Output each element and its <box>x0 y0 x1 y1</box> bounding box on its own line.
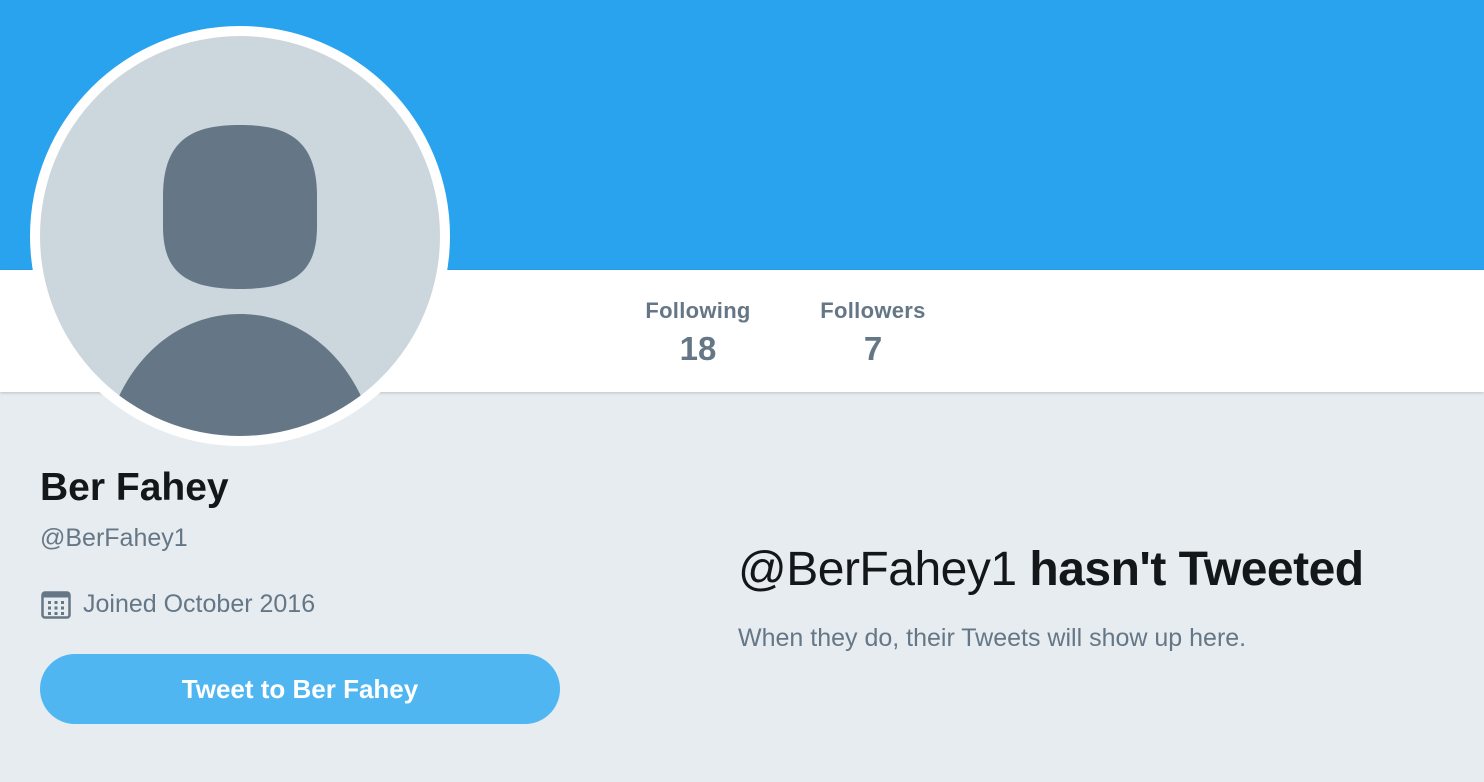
followers-stat[interactable]: Followers 7 <box>814 298 932 368</box>
following-count: 18 <box>679 330 717 367</box>
default-avatar-icon <box>40 36 440 436</box>
following-label: Following <box>645 298 751 323</box>
profile-avatar[interactable] <box>30 26 450 446</box>
empty-title-handle: @BerFahey1 <box>738 543 1017 596</box>
empty-timeline-subtitle: When they do, their Tweets will show up … <box>738 624 1247 652</box>
following-stat[interactable]: Following 18 <box>640 298 756 368</box>
tweet-to-button[interactable]: Tweet to Ber Fahey <box>40 654 560 724</box>
followers-count: 7 <box>863 330 883 367</box>
calendar-icon <box>41 591 71 619</box>
joined-text: Joined October 2016 <box>83 589 316 618</box>
joined-date: Joined October 2016 <box>40 588 315 620</box>
empty-timeline-title: @BerFahey1 hasn't Tweeted <box>738 542 1364 597</box>
followers-label: Followers <box>820 298 926 323</box>
profile-name: Ber Fahey <box>40 466 229 509</box>
profile-handle: @BerFahey1 <box>40 524 188 552</box>
empty-title-rest: hasn't Tweeted <box>1029 543 1364 596</box>
